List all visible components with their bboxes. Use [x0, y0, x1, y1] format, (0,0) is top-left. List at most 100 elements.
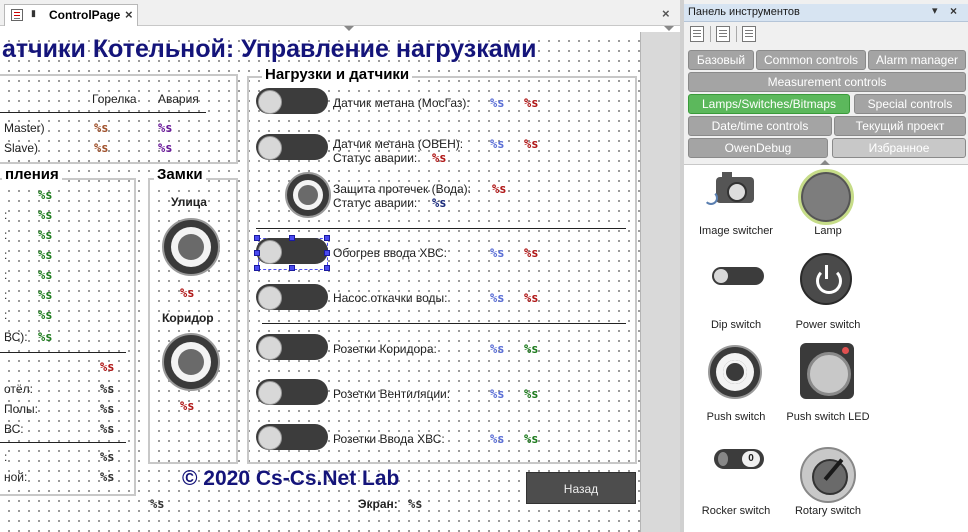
heating-lower-label-4: ВС: [4, 422, 24, 436]
methane-oven-v1: %s [490, 137, 505, 151]
resize-handle[interactable] [289, 265, 295, 271]
editor-tab-bar: ▮ ControlPage × × [0, 0, 680, 26]
search-icon[interactable] [742, 26, 756, 42]
category-common-controls[interactable]: Common controls [756, 50, 866, 70]
details-view-icon[interactable] [716, 26, 730, 42]
tool-lamp[interactable]: Lamp [782, 169, 874, 261]
toolbox-title: Панель инструментов [688, 6, 800, 18]
heating-lower-value-3: %s [100, 402, 115, 416]
resize-handle[interactable] [254, 235, 260, 241]
tool-rotary-switch[interactable]: Rotary switch [782, 435, 874, 527]
toggle-hvs-heating[interactable] [256, 238, 328, 264]
alarm-master-value: %s [158, 121, 173, 135]
heating-value-6: %s [38, 288, 53, 302]
heating-value-2: %s [38, 208, 53, 222]
page-icon [11, 9, 23, 21]
resize-handle[interactable] [254, 250, 260, 256]
water-pump-v2: %s [524, 291, 539, 305]
toolbox-panel: Панель инструментов ▾ × Базовый Common c… [680, 0, 968, 532]
scroll-marker-icon [344, 26, 354, 31]
tab-close-icon[interactable]: × [125, 7, 133, 22]
resize-handle[interactable] [324, 250, 330, 256]
category-owendebug[interactable]: OwenDebug [688, 138, 828, 158]
resize-handle[interactable] [324, 265, 330, 271]
hvs-heating-v1: %s [490, 246, 505, 260]
category-basic[interactable]: Базовый [688, 50, 754, 70]
refresh-arrow-icon [704, 191, 718, 205]
toolbox-items: Image switcher Lamp Dip switch Power swi… [684, 164, 968, 532]
editor-close-icon[interactable]: × [662, 6, 670, 21]
heating-lower-label-3: Полы: [4, 402, 38, 416]
tool-push-switch-led[interactable]: Push switch LED [782, 341, 874, 433]
list-view-icon[interactable] [690, 26, 704, 42]
lamp-icon [798, 169, 854, 225]
category-current-project[interactable]: Текущий проект [834, 116, 966, 136]
ventilation-sockets-v2: %s [524, 387, 539, 401]
tab-controlpage[interactable]: ▮ ControlPage × [4, 4, 138, 26]
heating-value-1: %s [38, 188, 53, 202]
category-alarm-manager[interactable]: Alarm manager [868, 50, 966, 70]
tool-rocker-switch[interactable]: 0 Rocker switch [690, 435, 782, 527]
back-button[interactable]: Назад [526, 472, 636, 504]
toggle-water-pump[interactable] [256, 284, 328, 310]
toggle-methane-oven[interactable] [256, 134, 328, 160]
burner-row-slave: Slave) [4, 141, 39, 155]
category-lamps-switches-bitmaps[interactable]: Lamps/Switches/Bitmaps [688, 94, 850, 114]
rocker-on-indicator: 0 [742, 451, 760, 467]
rocker-off-indicator [718, 452, 728, 466]
resize-handle[interactable] [324, 235, 330, 241]
methane-oven-status-value: %s [432, 151, 447, 165]
pin-icon[interactable]: ▮ [31, 8, 41, 22]
col-burner: Горелка [92, 92, 137, 106]
hvs-heating-label: Обогрев ввода ХВС: [333, 246, 447, 260]
burner-row-master: Master) [4, 121, 45, 135]
tool-power-switch[interactable]: Power switch [782, 249, 874, 341]
editor-area: ▮ ControlPage × × атчики Котельной: Упра… [0, 0, 680, 532]
rotary-switch-icon [800, 447, 856, 503]
locks-group-title: Замки [154, 166, 206, 183]
tool-image-switcher[interactable]: Image switcher [690, 169, 782, 261]
leak-protection-lamp[interactable] [285, 172, 331, 218]
toggle-ventilation-sockets[interactable] [256, 379, 328, 405]
scroll-marker-right-icon [664, 26, 674, 31]
camera-icon [716, 172, 754, 203]
heating-lower-value-2: %s [100, 382, 115, 396]
screen-value: %s [408, 497, 423, 511]
category-special-controls[interactable]: Special controls [854, 94, 966, 114]
tool-dip-switch[interactable]: Dip switch [690, 249, 782, 341]
dip-switch-icon [712, 267, 764, 285]
heating-label-6: : [4, 308, 8, 322]
push-switch-led-icon [800, 343, 854, 399]
heating-value-4: %s [38, 248, 53, 262]
category-measurement-controls[interactable]: Measurement controls [688, 72, 966, 92]
power-icon [800, 253, 852, 305]
heating-label-4: : [4, 268, 8, 282]
resize-handle[interactable] [289, 235, 295, 241]
tool-label: Lamp [814, 225, 842, 237]
toolbox-close-icon[interactable]: × [950, 4, 957, 18]
dropdown-icon[interactable]: ▾ [932, 4, 938, 17]
visualization-canvas[interactable]: атчики Котельной: Управление нагрузками … [0, 32, 640, 532]
lock-street-lamp [162, 218, 220, 276]
category-favorites[interactable]: Избранное [832, 138, 966, 158]
heating-value-7: %s [38, 308, 53, 322]
tool-push-switch[interactable]: Push switch [690, 341, 782, 433]
leak-protection-label: Защита протечек (Вода): [333, 182, 472, 196]
alarm-slave-value: %s [158, 141, 173, 155]
lock-corridor-lamp [162, 333, 220, 391]
toggle-methane-mosgaz[interactable] [256, 88, 328, 114]
toggle-corridor-sockets[interactable] [256, 334, 328, 360]
resize-handle[interactable] [254, 265, 260, 271]
burner-slave-value: %s [94, 141, 109, 155]
category-datetime-controls[interactable]: Date/time controls [688, 116, 832, 136]
loads-group-title: Нагрузки и датчики [262, 66, 413, 83]
hvs-sockets-v2: %s [524, 432, 539, 446]
methane-oven-status-label: Статус аварии: [333, 151, 418, 165]
toggle-hvs-sockets[interactable] [256, 424, 328, 450]
tool-label: Rocker switch [701, 505, 771, 517]
heating-value-3: %s [38, 228, 53, 242]
tab-label: ControlPage [49, 8, 121, 22]
heating-label-2: : [4, 228, 8, 242]
methane-oven-label: Датчик метана (ОВЕН): [333, 137, 464, 151]
bottom-left-value: %s [150, 497, 165, 511]
